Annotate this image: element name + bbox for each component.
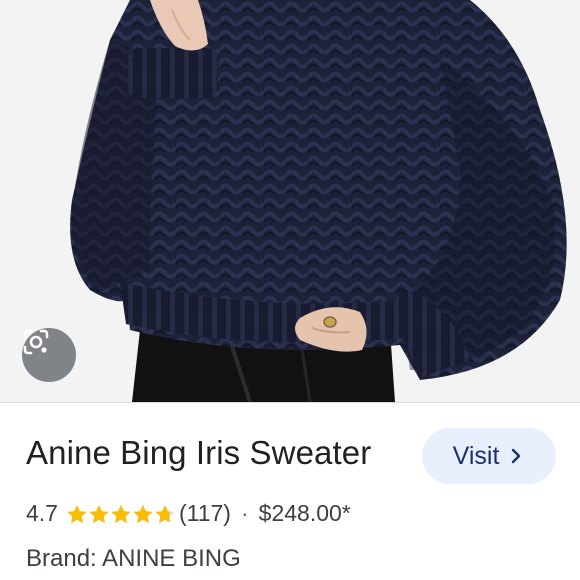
price: $248.00* bbox=[258, 500, 351, 526]
google-lens-button[interactable] bbox=[22, 328, 76, 382]
product-title[interactable]: Anine Bing Iris Sweater bbox=[26, 434, 371, 472]
sweater-photo bbox=[0, 0, 580, 402]
visit-button-label: Visit bbox=[452, 441, 500, 470]
brand-label: Brand: ANINE BING bbox=[26, 545, 241, 572]
divider bbox=[0, 402, 580, 403]
star-icon bbox=[155, 504, 175, 523]
review-count[interactable]: (117) bbox=[179, 500, 231, 527]
rating-price-row: 4.7 (117) · $248.00* bbox=[26, 500, 351, 527]
visit-button[interactable]: Visit bbox=[422, 428, 556, 484]
chevron-right-icon bbox=[507, 447, 525, 465]
star-icon bbox=[67, 504, 87, 523]
star-icon bbox=[89, 504, 109, 523]
rating-value: 4.7 bbox=[26, 500, 58, 526]
product-image[interactable] bbox=[0, 0, 580, 402]
star-icon bbox=[133, 504, 153, 523]
star-rating bbox=[66, 503, 176, 525]
star-icon bbox=[111, 504, 131, 523]
separator-dot: · bbox=[240, 500, 249, 526]
